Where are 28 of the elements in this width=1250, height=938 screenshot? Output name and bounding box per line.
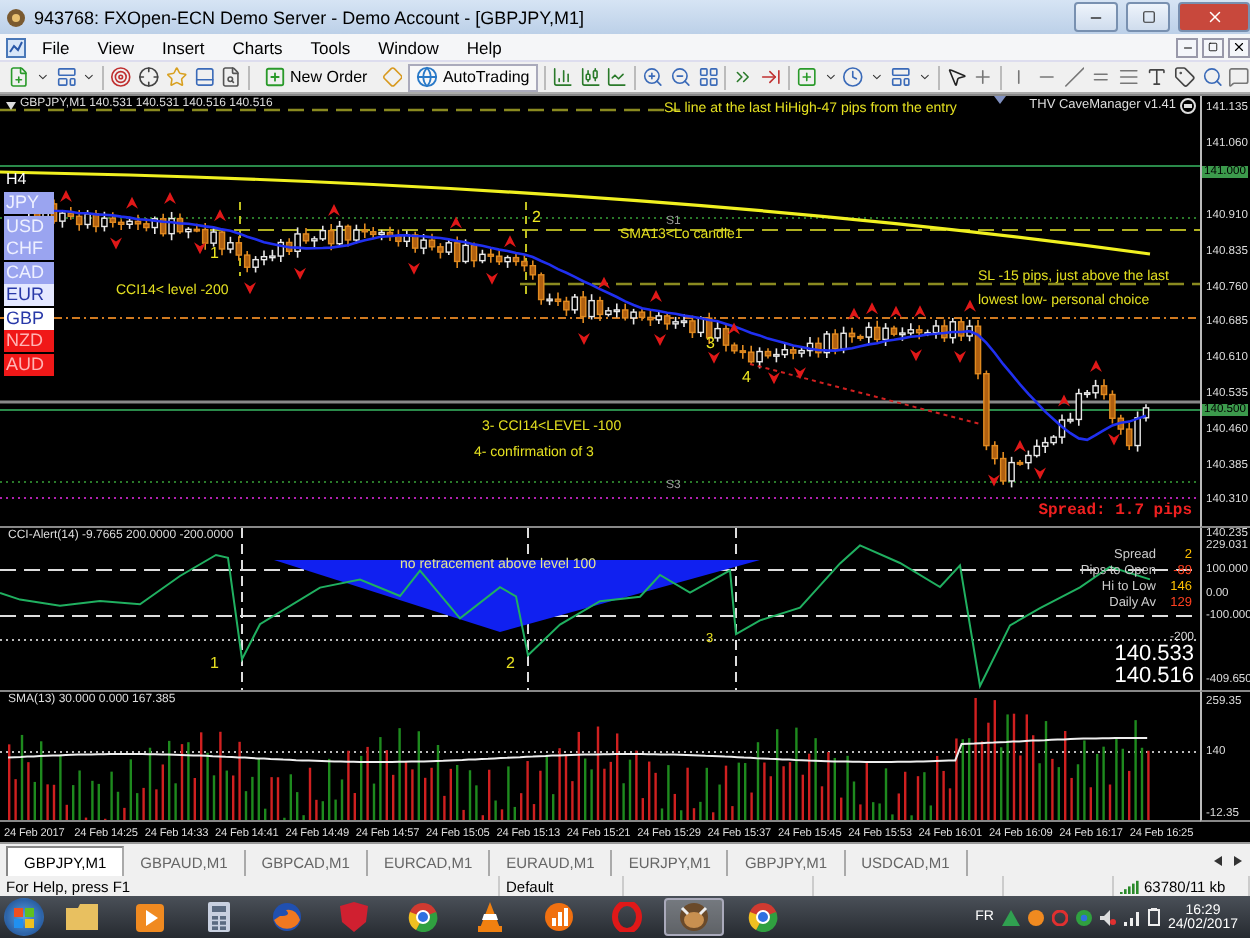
step-number: 2 [506,654,515,672]
menu-item[interactable]: Charts [220,37,295,57]
menu-item[interactable]: Help [454,37,514,57]
menu-item[interactable]: View [85,37,146,57]
step-number: 1 [210,244,219,262]
step-number: 3 [706,334,715,352]
spread-label: Spread: 1.7 pips [1038,502,1192,520]
autotrading-button[interactable]: AutoTrading [408,63,538,91]
currency-label: JPY [4,192,54,214]
new-order-button[interactable]: New Order [256,63,376,91]
menu-item[interactable]: Window [366,37,451,57]
timeframe-label: H4 [6,170,27,188]
bid-price: 140.533 [1114,642,1194,666]
window-title: 943768: FXOpen-ECN Demo Server - Demo Account - [GBPJPY,M1] [34,7,586,27]
menu-item[interactable]: File [30,37,82,57]
step-number: 2 [532,208,541,226]
currency-label: NZD [4,330,54,352]
step-number: 4 [742,368,751,386]
step-number: 1 [210,654,219,672]
ask-price: 140.516 [1114,664,1194,688]
menu-item[interactable]: Insert [149,37,217,57]
currency-label: USD [4,215,54,237]
currency-label: GBP [4,307,54,329]
currency-label: AUD [4,353,54,375]
menu-item[interactable]: Tools [298,37,363,57]
currency-label: EUR [4,284,54,306]
currency-label: CHF [4,238,54,260]
currency-label: CAD [4,261,54,283]
